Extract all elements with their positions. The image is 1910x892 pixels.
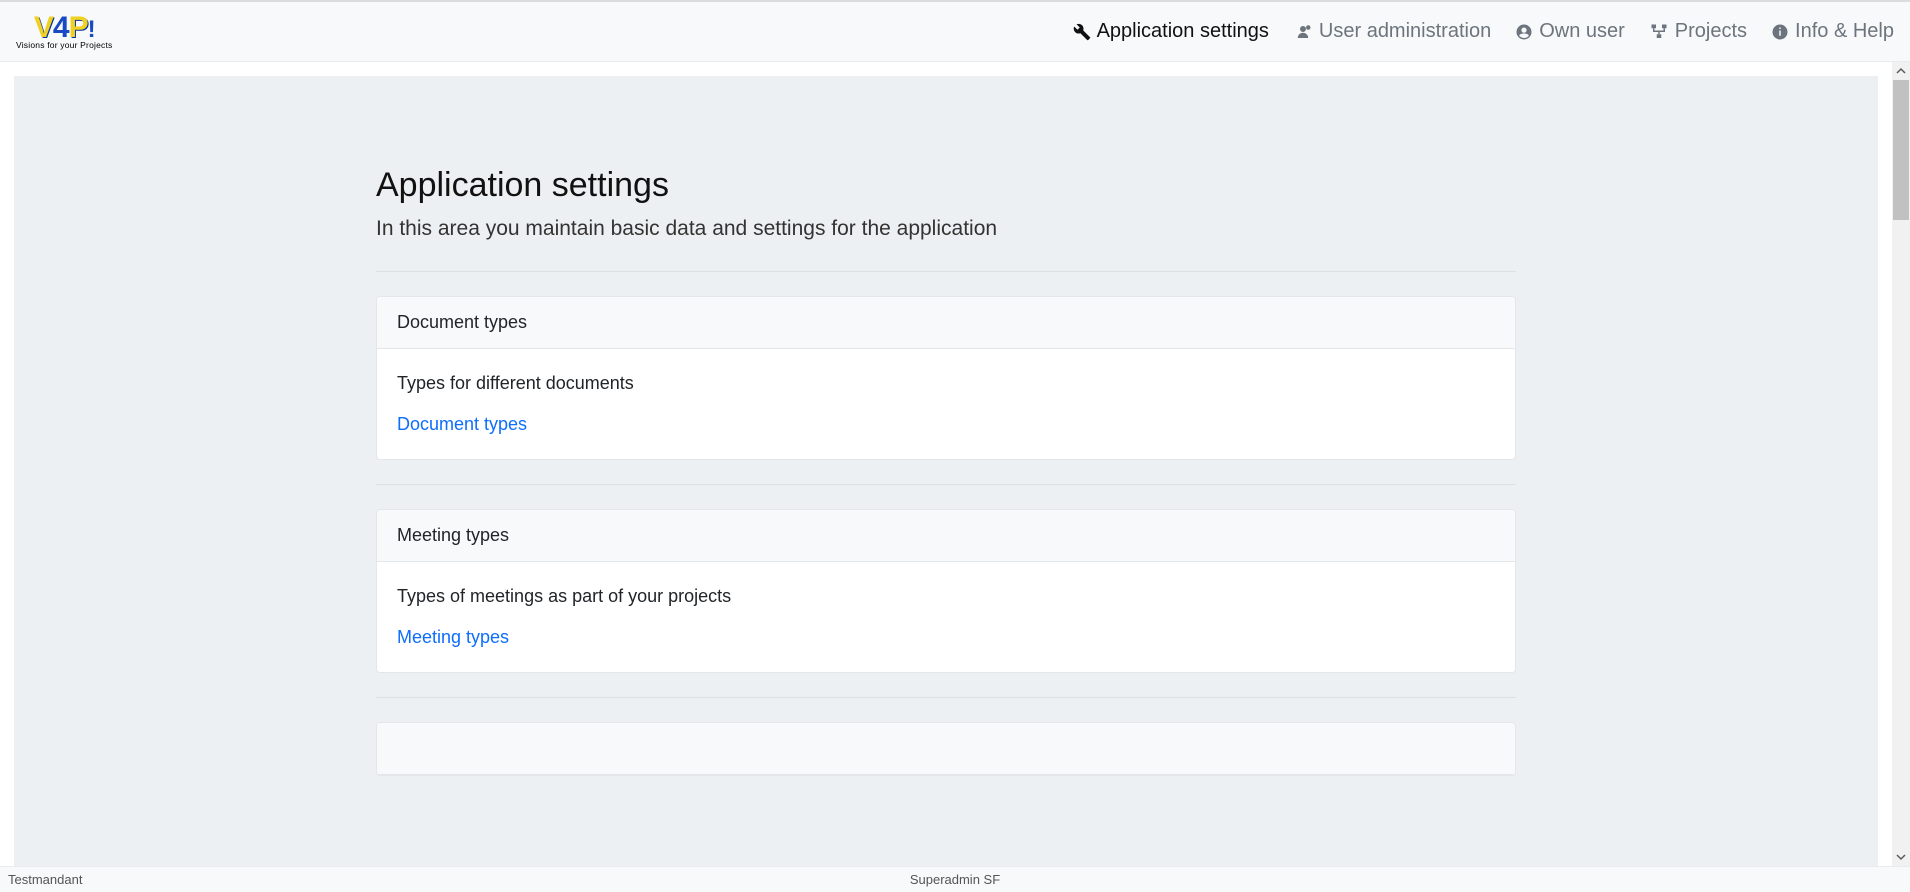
main-nav: Application settings User administration…: [1073, 20, 1894, 43]
nav-user-administration[interactable]: User administration: [1293, 20, 1491, 43]
user-circle-icon: [1515, 23, 1533, 41]
wrench-icon: [1073, 23, 1091, 41]
card-header: [377, 723, 1515, 775]
nav-own-user[interactable]: Own user: [1515, 20, 1625, 43]
nav-label: Application settings: [1097, 20, 1269, 43]
status-tenant: Testmandant: [8, 872, 639, 887]
nav-label: User administration: [1319, 20, 1491, 43]
nav-label: Projects: [1675, 20, 1747, 43]
card-meeting-types: Meeting types Types of meetings as part …: [376, 509, 1516, 673]
info-circle-icon: [1771, 23, 1789, 41]
divider: [376, 697, 1516, 698]
nav-info-help[interactable]: Info & Help: [1771, 20, 1894, 43]
link-meeting-types[interactable]: Meeting types: [397, 627, 509, 647]
card-header: Meeting types: [377, 510, 1515, 562]
scroll-track[interactable]: [1892, 80, 1910, 848]
content-panel: Application settings In this area you ma…: [14, 76, 1878, 866]
nav-projects[interactable]: Projects: [1649, 20, 1747, 43]
link-document-types[interactable]: Document types: [397, 414, 527, 434]
nav-application-settings[interactable]: Application settings: [1073, 20, 1269, 43]
page-title: Application settings: [376, 166, 1516, 205]
users-cog-icon: [1293, 23, 1313, 41]
scroll-up-arrow-icon[interactable]: [1892, 62, 1910, 80]
card-document-types: Document types Types for different docum…: [376, 296, 1516, 460]
app-logo[interactable]: V4P! Visions for your Projects: [16, 13, 113, 50]
status-bar: Testmandant Superadmin SF: [0, 866, 1910, 892]
nav-label: Info & Help: [1795, 20, 1894, 43]
card-next-partial: [376, 722, 1516, 776]
scroll-thumb[interactable]: [1893, 80, 1909, 220]
logo-tagline: Visions for your Projects: [16, 41, 113, 50]
card-description: Types of meetings as part of your projec…: [397, 586, 1495, 607]
project-diagram-icon: [1649, 23, 1669, 41]
topbar: V4P! Visions for your Projects Applicati…: [0, 0, 1910, 62]
nav-label: Own user: [1539, 20, 1625, 43]
card-description: Types for different documents: [397, 373, 1495, 394]
content-viewport: Application settings In this area you ma…: [0, 62, 1892, 866]
scroll-down-arrow-icon[interactable]: [1892, 848, 1910, 866]
status-user: Superadmin SF: [639, 872, 1270, 887]
divider: [376, 271, 1516, 272]
page-subtitle: In this area you maintain basic data and…: [376, 217, 1516, 241]
vertical-scrollbar[interactable]: [1892, 62, 1910, 866]
divider: [376, 484, 1516, 485]
logo-icon: V4P!: [34, 13, 95, 43]
card-header: Document types: [377, 297, 1515, 349]
